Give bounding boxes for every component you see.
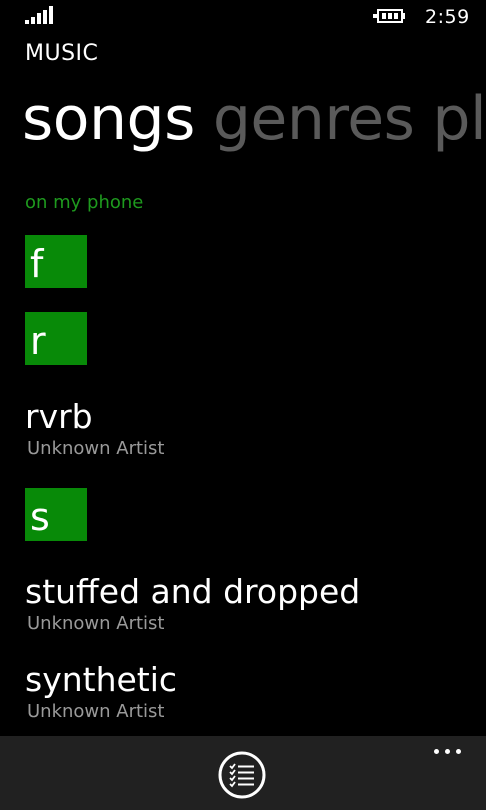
select-list-button[interactable] [218, 751, 266, 799]
status-bar: 2:59 [0, 0, 486, 36]
song-item[interactable]: rvrb Unknown Artist [25, 397, 465, 461]
song-artist: Unknown Artist [27, 438, 165, 459]
status-time: 2:59 [425, 6, 470, 28]
pivot-tab-genres[interactable]: genres [213, 78, 415, 160]
jump-letter: s [30, 495, 50, 539]
jump-letter-tile-s[interactable]: s [25, 488, 87, 541]
song-artist: Unknown Artist [27, 701, 165, 722]
song-title: rvrb [25, 397, 93, 436]
pivot-tab-songs[interactable]: songs [22, 78, 195, 160]
jump-letter: f [30, 242, 44, 286]
jump-letter: r [30, 319, 46, 363]
app-bar [0, 736, 486, 810]
song-title: synthetic [25, 660, 178, 699]
battery-charging-icon [373, 8, 407, 24]
app-title: MUSIC [25, 41, 99, 66]
section-label: on my phone [25, 192, 144, 213]
song-item[interactable]: synthetic Unknown Artist [25, 660, 465, 724]
select-list-icon [218, 751, 266, 799]
pivot-tab-playlists[interactable]: playlists [432, 78, 486, 160]
song-artist: Unknown Artist [27, 613, 165, 634]
more-options-button[interactable] [434, 746, 462, 756]
song-title: stuffed and dropped [25, 572, 361, 611]
pivot-header: songsgenres playlists [22, 78, 486, 168]
jump-letter-tile-r[interactable]: r [25, 312, 87, 365]
song-item[interactable]: stuffed and dropped Unknown Artist [25, 572, 465, 636]
signal-strength-icon [25, 6, 55, 24]
jump-letter-tile-f[interactable]: f [25, 235, 87, 288]
